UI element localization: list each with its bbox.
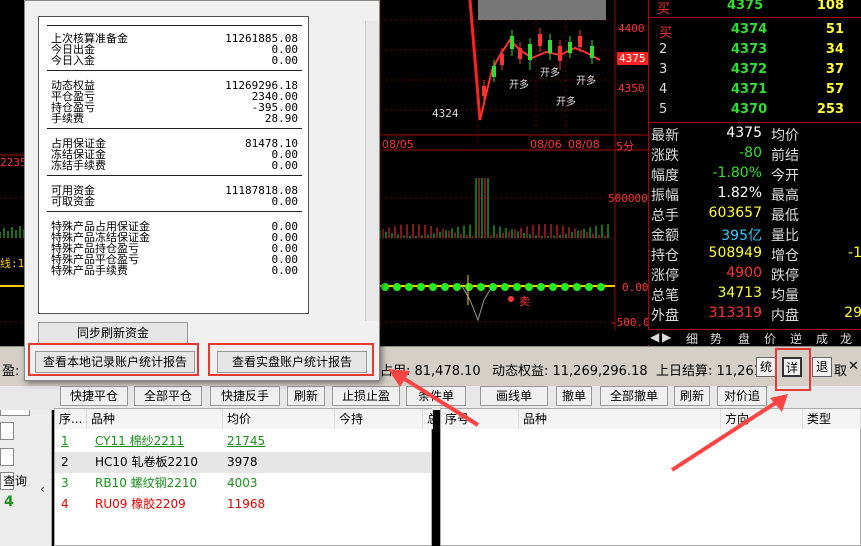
trading-terminal: 4400 4375 4350 4324 08/05 08/06 08/08 5分… xyxy=(0,0,861,546)
annotation-arrows xyxy=(388,369,788,472)
